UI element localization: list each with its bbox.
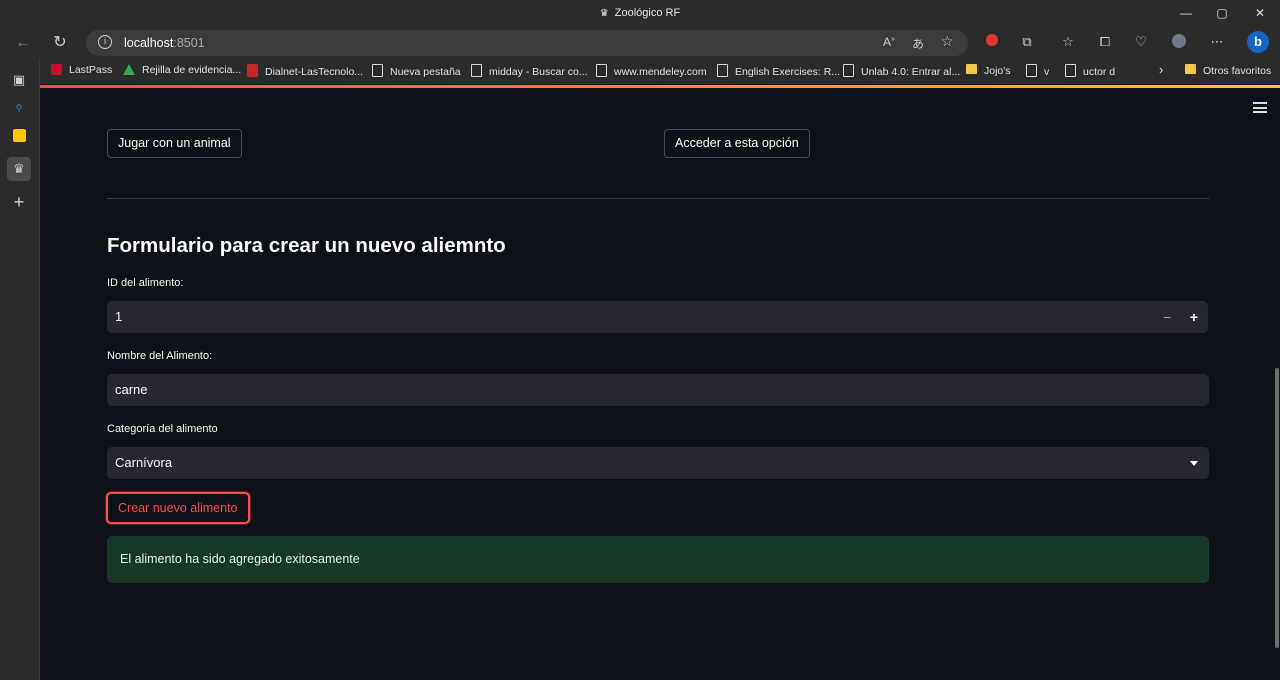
tab-actions-icon[interactable]: ▣ <box>9 70 29 90</box>
bookmark-midday[interactable]: midday - Buscar co... <box>471 64 588 78</box>
browser-navbar: ← ↻ i localhost:8501 A» あ ☆ ⧉ ☆ ⧠ ♡ ⋯ b <box>0 28 1280 58</box>
back-icon[interactable]: ← <box>12 32 34 54</box>
increment-button[interactable]: + <box>1181 301 1207 333</box>
create-food-button[interactable]: Crear nuevo alimento <box>106 492 250 524</box>
food-category-value: Carnívora <box>115 455 173 470</box>
app-main: Jugar con un animal Acceder a esta opció… <box>41 88 1280 680</box>
page-icon <box>717 64 728 77</box>
chevron-down-icon[interactable] <box>1190 461 1198 466</box>
folder-icon <box>1185 64 1196 74</box>
bookmark-label: English Exercises: R... <box>735 66 841 78</box>
food-id-value: 1 <box>115 309 123 324</box>
streamlit-crown-icon: ♛ <box>599 8 609 19</box>
bookmark-uctor[interactable]: uctor d <box>1065 64 1115 78</box>
bookmark-label: www.mendeley.com <box>614 66 707 78</box>
drive-icon <box>123 64 135 75</box>
bookmarks-bar: LastPass Rejilla de evidencia... Dialnet… <box>40 58 1280 84</box>
bookmark-nueva-pestana[interactable]: Nueva pestaña <box>372 64 461 78</box>
page-icon <box>843 64 854 77</box>
collections-icon[interactable]: ⧠ <box>1097 34 1113 50</box>
url-port: :8501 <box>173 36 205 50</box>
food-name-value: carne <box>115 382 148 397</box>
refresh-icon[interactable]: ↻ <box>49 32 71 54</box>
bookmark-label: Otros favoritos <box>1203 65 1272 77</box>
food-category-label: Categoría del alimento <box>107 423 218 435</box>
page-icon <box>372 64 383 77</box>
extension-icon[interactable]: ⧉ <box>1019 34 1035 50</box>
bookmark-label: LastPass <box>69 64 113 76</box>
folder-icon <box>966 64 977 74</box>
bookmark-label: Unlab 4.0: Entrar al... <box>861 66 961 78</box>
access-option-button[interactable]: Acceder a esta opción <box>664 129 810 158</box>
favorites-icon[interactable]: ☆ <box>1060 34 1076 50</box>
hamburger-menu-icon[interactable] <box>1253 102 1267 113</box>
miro-tab-icon[interactable] <box>9 128 29 148</box>
bookmark-lastpass[interactable]: LastPass <box>51 64 112 77</box>
browser-vertical-sidebar: ▣ ⚲ ♛ + <box>0 58 40 680</box>
bookmark-label: Jojo's <box>984 65 1011 77</box>
food-name-label: Nombre del Alimento: <box>107 350 213 362</box>
lastpass-icon <box>51 64 62 77</box>
site-info-icon[interactable]: i <box>98 35 112 49</box>
page-icon <box>1065 64 1076 77</box>
decrement-button[interactable]: − <box>1154 301 1180 333</box>
page-icon <box>471 64 482 77</box>
bookmarks-overflow-chevron-icon[interactable]: › <box>1159 62 1163 77</box>
bookmark-folder-jojos[interactable]: Jojo's <box>966 64 1011 77</box>
maximize-button[interactable]: ▢ <box>1212 5 1232 21</box>
bookmark-unlab[interactable]: Unlab 4.0: Entrar al... <box>843 64 960 78</box>
success-alert: El alimento ha sido agregado exitosament… <box>107 536 1209 583</box>
food-name-input[interactable]: carne <box>107 374 1209 406</box>
new-tab-icon[interactable]: + <box>9 192 29 212</box>
food-id-label: ID del alimento: <box>107 277 184 289</box>
bookmark-label: v <box>1044 66 1050 78</box>
bookmark-label: uctor d <box>1083 66 1116 78</box>
extension-adblock-icon[interactable] <box>984 34 1000 50</box>
window-title: ♛ Zoológico RF <box>0 7 1280 19</box>
translate-icon[interactable]: あ <box>912 35 924 52</box>
more-icon[interactable]: ⋯ <box>1209 34 1225 50</box>
bookmark-v[interactable]: v <box>1026 64 1049 78</box>
window-title-text: Zoológico RF <box>614 7 681 19</box>
bookmark-english-exercises[interactable]: English Exercises: R... <box>717 64 840 78</box>
bookmark-label: Dialnet-LasTecnolo... <box>265 66 364 78</box>
address-bar[interactable]: i localhost:8501 A» あ ☆ <box>86 30 968 56</box>
profile-icon[interactable] <box>1171 34 1187 50</box>
search-tab-icon[interactable]: ⚲ <box>9 98 29 118</box>
streamlit-tab-icon[interactable]: ♛ <box>7 157 31 181</box>
page-icon <box>1026 64 1037 77</box>
pdf-icon <box>247 64 258 77</box>
favorite-add-icon[interactable]: ☆ <box>941 33 954 50</box>
bookmark-mendeley[interactable]: www.mendeley.com <box>596 64 707 78</box>
form-title: Formulario para crear un nuevo aliemnto <box>107 234 506 257</box>
page-icon <box>596 64 607 77</box>
food-id-input[interactable]: 1 − + <box>107 301 1208 333</box>
bing-icon[interactable]: b <box>1247 31 1269 53</box>
play-with-animal-button[interactable]: Jugar con un animal <box>107 129 242 158</box>
bookmark-other-favorites[interactable]: Otros favoritos <box>1185 64 1271 77</box>
window-titlebar: ♛ Zoológico RF — ▢ ✕ <box>0 0 1280 28</box>
url-host: localhost <box>124 36 174 50</box>
bookmark-label: midday - Buscar co... <box>489 66 588 78</box>
address-url: localhost:8501 <box>124 36 205 50</box>
bookmark-label: Rejilla de evidencia... <box>142 64 242 76</box>
bookmark-dialnet[interactable]: Dialnet-LasTecnolo... <box>247 64 363 78</box>
minimize-button[interactable]: — <box>1176 5 1196 21</box>
performance-icon[interactable]: ♡ <box>1133 34 1149 50</box>
bookmark-rejilla[interactable]: Rejilla de evidencia... <box>123 64 241 76</box>
page-scrollbar[interactable] <box>1275 368 1279 648</box>
read-aloud-icon[interactable]: A» <box>883 35 895 49</box>
close-button[interactable]: ✕ <box>1250 5 1270 21</box>
bookmark-label: Nueva pestaña <box>390 66 461 78</box>
section-divider <box>107 198 1209 199</box>
food-category-select[interactable]: Carnívora <box>107 447 1209 479</box>
